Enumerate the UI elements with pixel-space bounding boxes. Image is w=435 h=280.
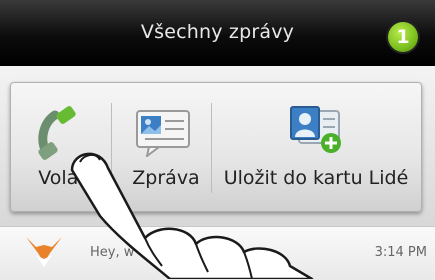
hand-pointer-icon (70, 152, 314, 279)
